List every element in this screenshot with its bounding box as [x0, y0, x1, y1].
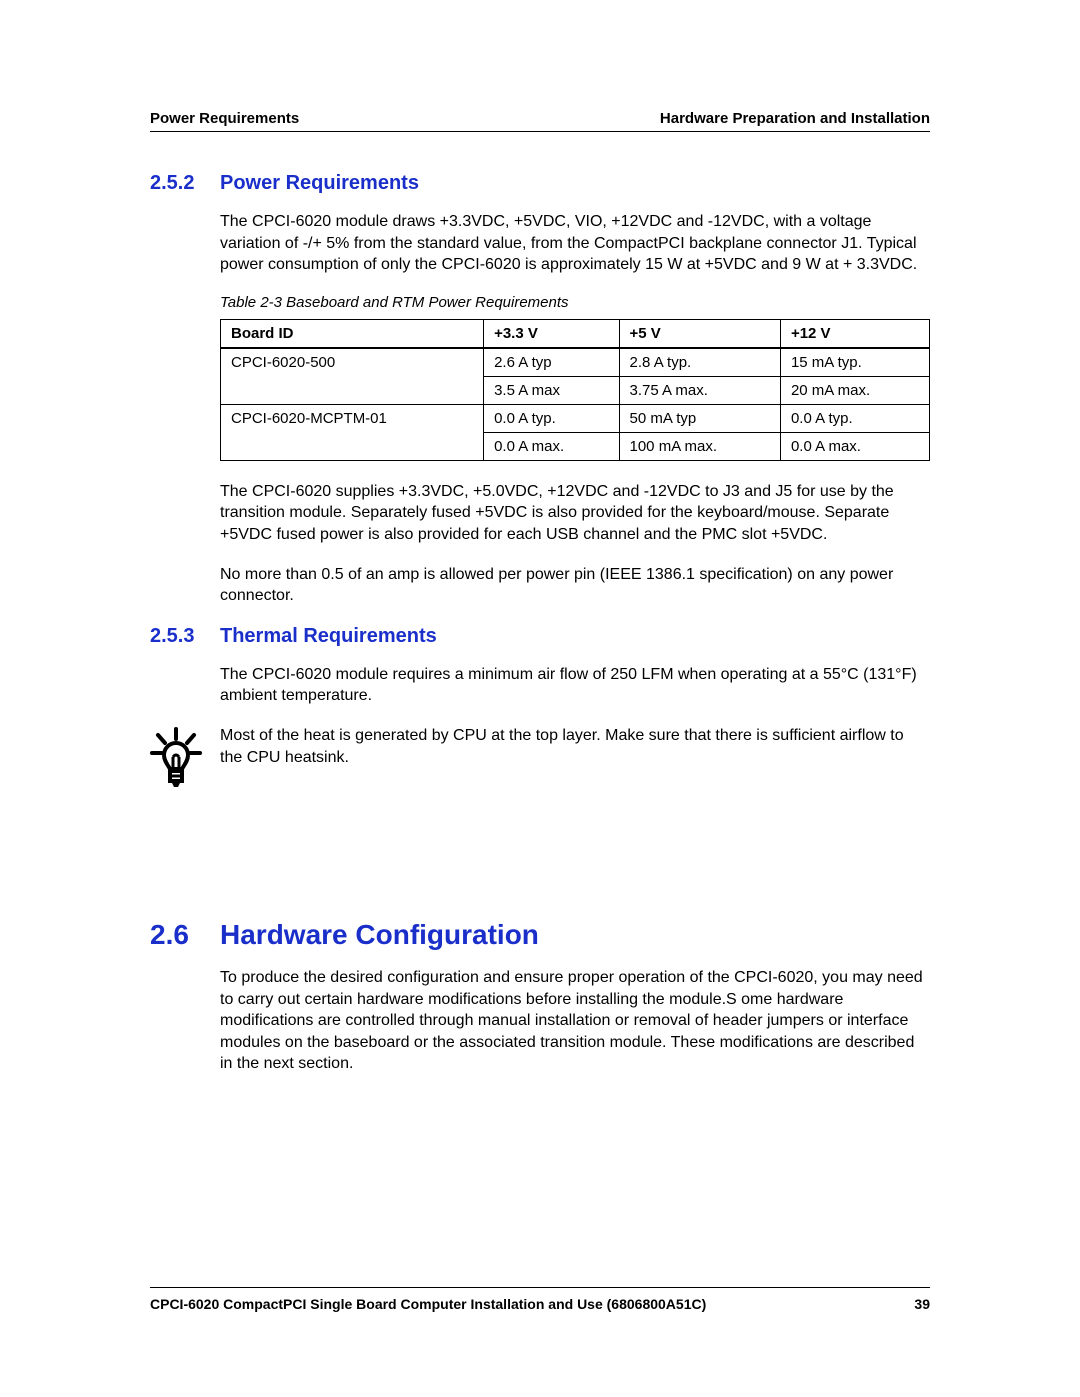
footer-rule	[150, 1287, 930, 1288]
table-caption: Table 2-3 Baseboard and RTM Power Requir…	[220, 294, 930, 311]
heading-2-5-2: 2.5.2 Power Requirements	[150, 172, 930, 195]
footer: CPCI-6020 CompactPCI Single Board Comput…	[150, 1287, 930, 1312]
cell-board: CPCI-6020-500	[221, 348, 484, 377]
header-rule	[150, 131, 930, 132]
cell-5v: 50 mA typ	[619, 404, 780, 432]
header-left: Power Requirements	[150, 110, 299, 127]
cell-3v3: 0.0 A typ.	[484, 404, 619, 432]
cell-3v3: 2.6 A typ	[484, 348, 619, 377]
paragraph: No more than 0.5 of an amp is allowed pe…	[220, 564, 930, 607]
paragraph: The CPCI-6020 module draws +3.3VDC, +5VD…	[220, 211, 930, 276]
paragraph: The CPCI-6020 module requires a minimum …	[220, 664, 930, 707]
heading-title: Thermal Requirements	[220, 625, 437, 648]
paragraph: To produce the desired configuration and…	[220, 967, 930, 1075]
th-12v: +12 V	[780, 319, 929, 348]
heading-number: 2.6	[150, 919, 220, 951]
lightbulb-icon-svg	[150, 727, 202, 797]
tip-text: Most of the heat is generated by CPU at …	[220, 725, 930, 797]
cell-12v: 0.0 A max.	[780, 432, 929, 460]
th-board-id: Board ID	[221, 319, 484, 348]
heading-2-6: 2.6 Hardware Configuration	[150, 919, 930, 951]
table-row: CPCI-6020-500 2.6 A typ 2.8 A typ. 15 mA…	[221, 348, 930, 377]
lightbulb-icon	[150, 725, 220, 797]
cell-3v3: 3.5 A max	[484, 376, 619, 404]
spacer	[150, 837, 930, 907]
heading-2-5-3: 2.5.3 Thermal Requirements	[150, 625, 930, 648]
heading-number: 2.5.2	[150, 172, 220, 195]
cell-board: CPCI-6020-MCPTM-01	[221, 404, 484, 432]
th-3v3: +3.3 V	[484, 319, 619, 348]
footer-page-number: 39	[914, 1296, 930, 1312]
cell-12v: 20 mA max.	[780, 376, 929, 404]
running-header: Power Requirements Hardware Preparation …	[150, 110, 930, 127]
footer-row: CPCI-6020 CompactPCI Single Board Comput…	[150, 1296, 930, 1312]
table-row: 3.5 A max 3.75 A max. 20 mA max.	[221, 376, 930, 404]
table-row: CPCI-6020-MCPTM-01 0.0 A typ. 50 mA typ …	[221, 404, 930, 432]
cell-12v: 15 mA typ.	[780, 348, 929, 377]
cell-5v: 3.75 A max.	[619, 376, 780, 404]
cell-3v3: 0.0 A max.	[484, 432, 619, 460]
table-header-row: Board ID +3.3 V +5 V +12 V	[221, 319, 930, 348]
cell-5v: 2.8 A typ.	[619, 348, 780, 377]
footer-doc-title: CPCI-6020 CompactPCI Single Board Comput…	[150, 1296, 706, 1312]
th-5v: +5 V	[619, 319, 780, 348]
header-right: Hardware Preparation and Installation	[660, 110, 930, 127]
cell-board	[221, 376, 484, 404]
heading-title: Hardware Configuration	[220, 919, 539, 951]
heading-title: Power Requirements	[220, 172, 419, 195]
heading-number: 2.5.3	[150, 625, 220, 648]
table-row: 0.0 A max. 100 mA max. 0.0 A max.	[221, 432, 930, 460]
cell-12v: 0.0 A typ.	[780, 404, 929, 432]
page: Power Requirements Hardware Preparation …	[0, 0, 1080, 1397]
tip-block: Most of the heat is generated by CPU at …	[150, 725, 930, 797]
paragraph: The CPCI-6020 supplies +3.3VDC, +5.0VDC,…	[220, 481, 930, 546]
power-requirements-table: Board ID +3.3 V +5 V +12 V CPCI-6020-500…	[220, 319, 930, 461]
cell-5v: 100 mA max.	[619, 432, 780, 460]
cell-board	[221, 432, 484, 460]
